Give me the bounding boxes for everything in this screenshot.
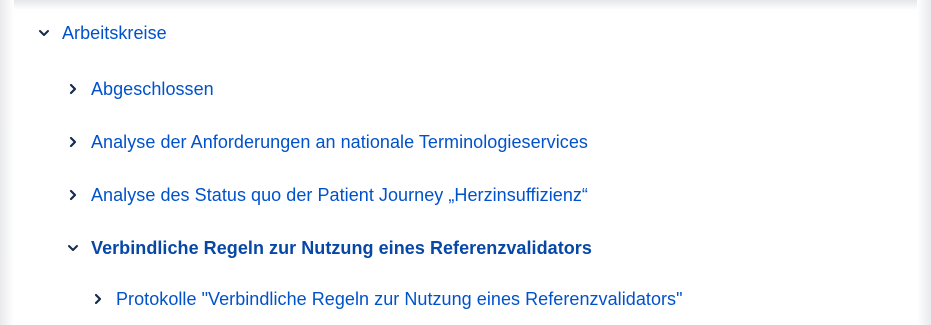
page-tree-panel: Arbeitskreise Abgeschlossen Analyse der … — [0, 0, 931, 325]
chevron-down-icon[interactable] — [37, 26, 51, 40]
tree-item-abgeschlossen[interactable]: Abgeschlossen — [66, 76, 214, 102]
chevron-right-icon[interactable] — [91, 292, 105, 306]
tree-item-protokolle[interactable]: Protokolle "Verbindliche Regeln zur Nutz… — [91, 286, 683, 312]
tree-item-arbeitskreise[interactable]: Arbeitskreise — [37, 20, 167, 46]
tree-item-referenzvalidator[interactable]: Verbindliche Regeln zur Nutzung eines Re… — [66, 235, 592, 261]
tree-item-label[interactable]: Protokolle "Verbindliche Regeln zur Nutz… — [116, 289, 683, 310]
tree-item-label[interactable]: Abgeschlossen — [91, 79, 214, 100]
chevron-right-icon[interactable] — [66, 82, 80, 96]
chevron-down-icon[interactable] — [66, 241, 80, 255]
chevron-right-icon[interactable] — [66, 188, 80, 202]
tree-item-label[interactable]: Analyse des Status quo der Patient Journ… — [91, 185, 588, 206]
page-tree: Arbeitskreise Abgeschlossen Analyse der … — [0, 0, 931, 325]
tree-item-label[interactable]: Analyse der Anforderungen an nationale T… — [91, 132, 588, 153]
tree-item-terminologieservices[interactable]: Analyse der Anforderungen an nationale T… — [66, 129, 588, 155]
chevron-right-icon[interactable] — [66, 135, 80, 149]
tree-item-label-current[interactable]: Verbindliche Regeln zur Nutzung eines Re… — [91, 238, 592, 259]
tree-item-patient-journey[interactable]: Analyse des Status quo der Patient Journ… — [66, 182, 588, 208]
tree-item-label[interactable]: Arbeitskreise — [62, 23, 167, 44]
